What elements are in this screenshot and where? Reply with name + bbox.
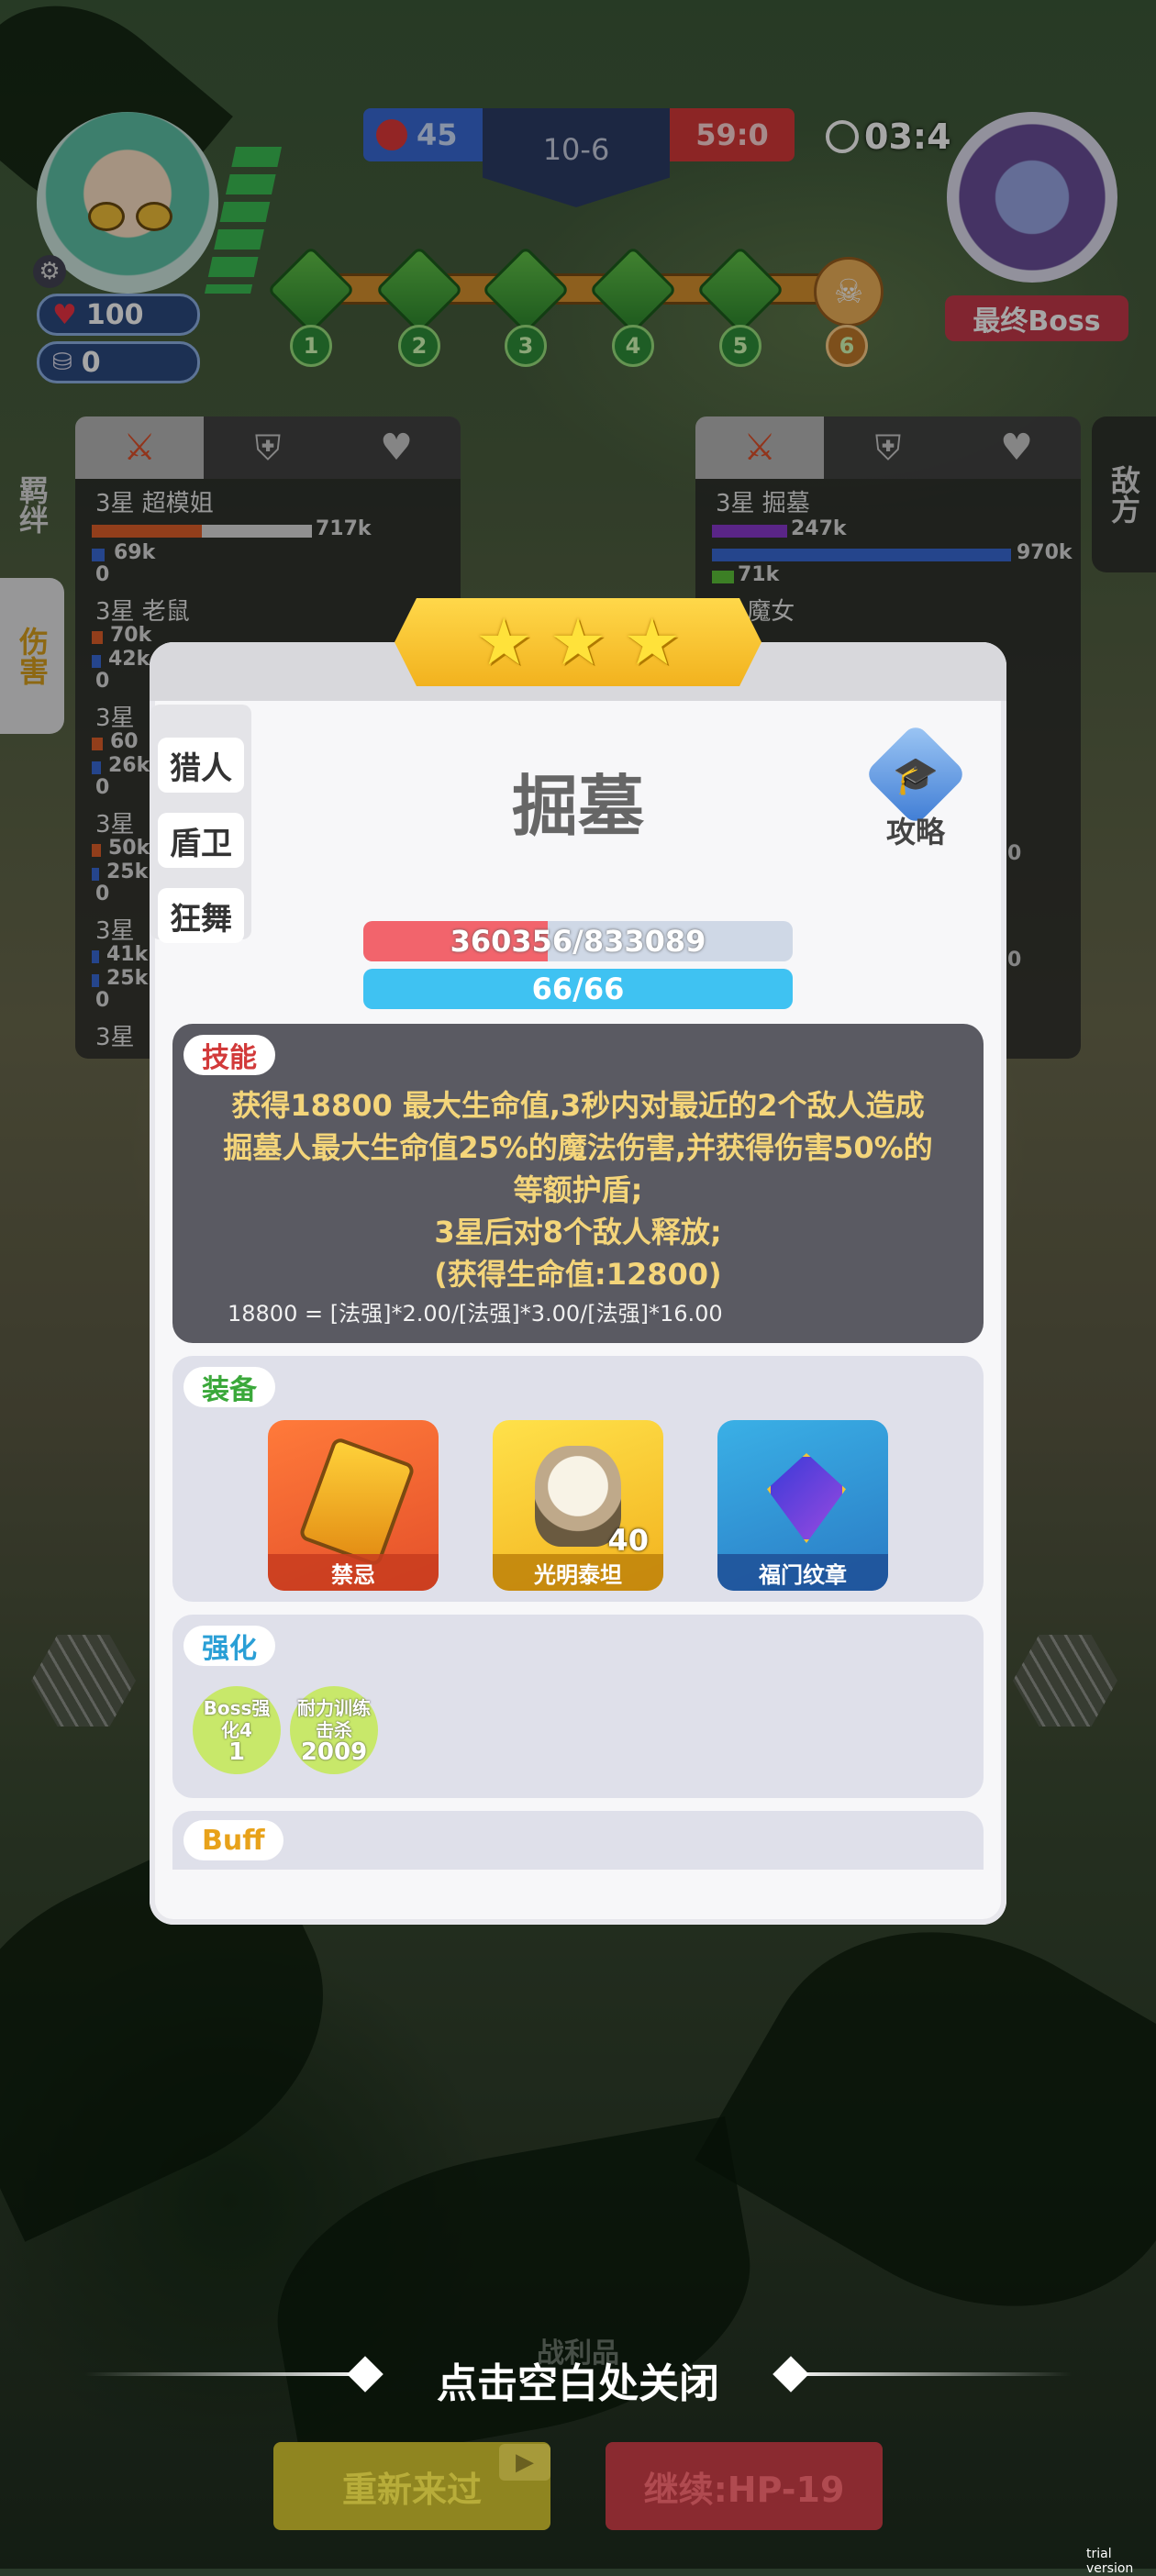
retry-label: 重新来过: [341, 2469, 482, 2510]
enhance-line: Boss强: [203, 1697, 271, 1719]
trial-watermark: trial version: [1086, 2547, 1134, 2576]
equipment-item-forbidden[interactable]: 禁忌: [268, 1420, 439, 1591]
equipment-item-radiant-titan[interactable]: 40 光明泰坦: [493, 1420, 663, 1591]
buff-tag: Buff: [183, 1820, 283, 1860]
graduation-cap-icon: 🎓: [893, 755, 939, 797]
enhance-section: 强化: [172, 1615, 984, 1798]
hp-text: 360356/833089: [450, 924, 706, 959]
trait-tag[interactable]: 猎人: [158, 738, 244, 793]
enhance-line: 耐力训练: [297, 1697, 371, 1719]
equipment-tag: 装备: [183, 1367, 275, 1407]
equipment-label: 光明泰坦: [493, 1554, 663, 1591]
skill-line: 等额护盾;: [513, 1172, 643, 1207]
enhance-tag: 强化: [183, 1626, 275, 1666]
equipment-stack-badge: 40: [607, 1523, 649, 1558]
skill-formula: 18800 = [法强]*2.00/[法强]*3.00/[法强]*16.00: [228, 1301, 723, 1327]
mana-text: 66/66: [531, 972, 625, 1006]
guide-label: 攻略: [885, 815, 945, 849]
equipment-label: 福门纹章: [717, 1554, 888, 1591]
equipment-label: 禁忌: [268, 1554, 439, 1591]
star-icon: ★: [549, 605, 607, 680]
video-ad-icon: ▶: [499, 2444, 550, 2481]
enhance-badge-stamina[interactable]: 耐力训练 击杀 2009: [290, 1686, 378, 1774]
crystal-chain-icon: [297, 1436, 417, 1568]
trait-tag[interactable]: 盾卫: [158, 813, 244, 868]
star-icon: ★: [474, 605, 533, 680]
enhance-count: 2009: [300, 1738, 368, 1766]
skill-line: (获得生命值:12800): [434, 1257, 722, 1292]
divider-right: [782, 2372, 1072, 2376]
emblem-gem-icon: [767, 1453, 846, 1543]
skill-section: 技能 获得18800 最大生命值,3秒内对最近的2个敌人造成 掘墓人最大生命值2…: [172, 1024, 984, 1343]
continue-label: 继续:HP-19: [643, 2469, 845, 2510]
divider-left: [84, 2372, 374, 2376]
trait-tag[interactable]: 狂舞: [158, 888, 244, 943]
enhance-badge-boss[interactable]: Boss强 化4 1: [193, 1686, 281, 1774]
guide-button[interactable]: 🎓 攻略: [862, 722, 969, 849]
buff-section: Buff: [172, 1811, 984, 1870]
skill-line: 掘墓人最大生命值25%的魔法伤害,并获得伤害50%的: [223, 1130, 933, 1165]
star-icon: ★: [623, 605, 682, 680]
skill-description: 获得18800 最大生命值,3秒内对最近的2个敌人造成 掘墓人最大生命值25%的…: [200, 1084, 956, 1295]
star-rating: ★ ★ ★: [404, 605, 752, 680]
skill-line: 3星后对8个敌人释放;: [434, 1215, 722, 1249]
equipment-item-emblem[interactable]: 福门纹章: [717, 1420, 888, 1591]
close-hint: 点击空白处关闭: [437, 2360, 719, 2407]
enhance-count: 1: [228, 1738, 246, 1766]
skill-line: 获得18800 最大生命值,3秒内对最近的2个敌人造成: [231, 1088, 925, 1123]
continue-button[interactable]: 继续:HP-19: [606, 2442, 883, 2530]
unit-name: 掘墓: [511, 768, 644, 845]
skill-tag: 技能: [183, 1035, 275, 1075]
